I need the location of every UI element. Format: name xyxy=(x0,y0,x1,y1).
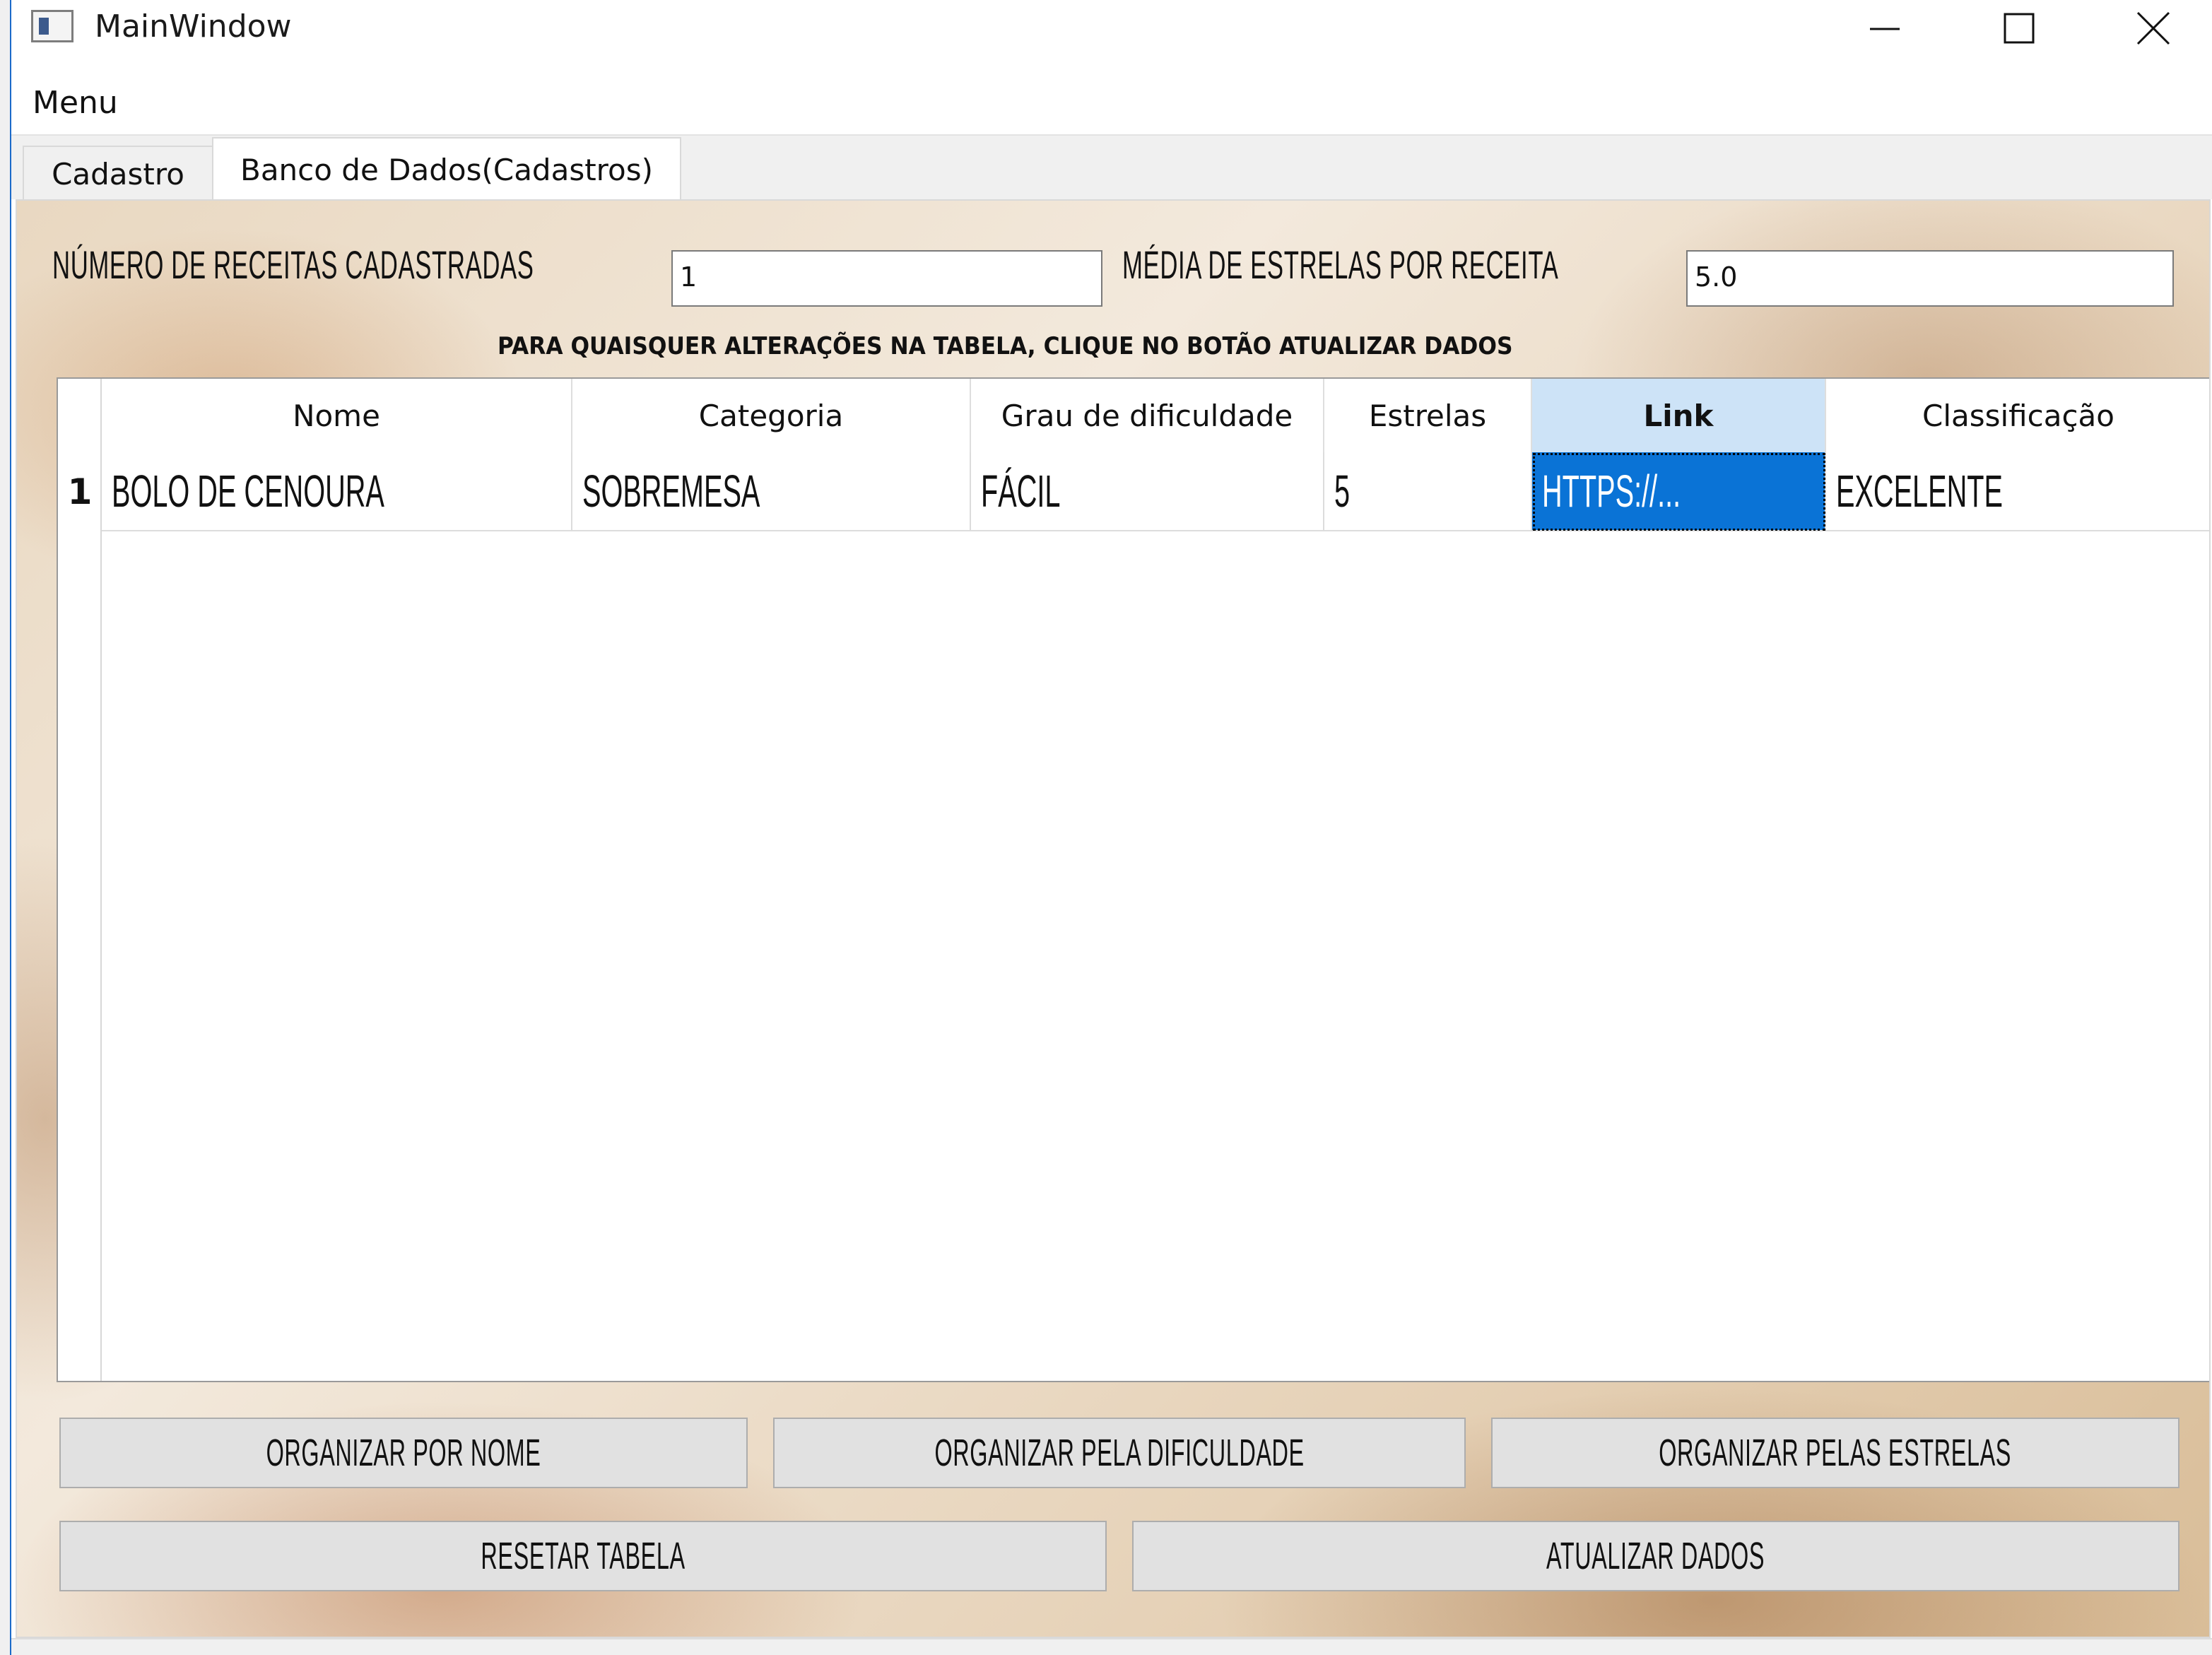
cell-text: FÁCIL xyxy=(981,466,1061,517)
column-header-estrelas[interactable]: Estrelas xyxy=(1324,379,1532,452)
button-label: ORGANIZAR PELAS ESTRELAS xyxy=(1659,1432,2012,1474)
close-button[interactable] xyxy=(2086,0,2212,57)
recipe-count-label: NÚMERO DE RECEITAS CADASTRADAS xyxy=(52,242,534,287)
cell-text: BOLO DE CENOURA xyxy=(112,466,384,517)
button-label: ATUALIZAR DADOS xyxy=(1546,1535,1765,1577)
recipe-count-field[interactable]: 1 xyxy=(671,250,1102,307)
row-number[interactable]: 1 xyxy=(58,452,102,531)
column-header-link[interactable]: Link xyxy=(1532,379,1826,452)
sort-by-stars-button[interactable]: ORGANIZAR PELAS ESTRELAS xyxy=(1491,1418,2179,1488)
tab-banco-de-dados[interactable]: Banco de Dados(Cadastros) xyxy=(212,137,681,201)
cell-text: HTTPS://... xyxy=(1542,466,1681,517)
button-label: RESETAR TABELA xyxy=(481,1535,686,1577)
table-cell-dificuldade[interactable]: FÁCIL xyxy=(971,452,1324,531)
column-header-categoria[interactable]: Categoria xyxy=(572,379,971,452)
window-title: MainWindow xyxy=(95,8,292,45)
tab-bar: Cadastro Banco de Dados(Cadastros) xyxy=(11,134,2212,201)
column-header-classificacao[interactable]: Classificação xyxy=(1826,379,2209,452)
maximize-button[interactable] xyxy=(1952,0,2086,57)
sort-by-name-button[interactable]: ORGANIZAR POR NOME xyxy=(59,1418,748,1488)
cell-text: 5 xyxy=(1334,466,1351,517)
minimize-button[interactable] xyxy=(1818,0,1952,57)
recipes-table[interactable]: Nome Categoria Grau de dificuldade Estre… xyxy=(57,377,2209,1382)
update-data-button[interactable]: ATUALIZAR DADOS xyxy=(1132,1521,2179,1591)
button-label: ORGANIZAR PELA DIFICULDADE xyxy=(934,1432,1305,1474)
button-label: ORGANIZAR POR NOME xyxy=(266,1432,541,1474)
average-stars-label: MÉDIA DE ESTRELAS POR RECEITA xyxy=(1122,242,1559,287)
update-notice: PARA QUAISQUER ALTERAÇÕES NA TABELA, CLI… xyxy=(498,332,1513,360)
tab-cadastro[interactable]: Cadastro xyxy=(23,146,213,201)
column-header-nome[interactable]: Nome xyxy=(102,379,572,452)
reset-table-button[interactable]: RESETAR TABELA xyxy=(59,1521,1107,1591)
table-cell-categoria[interactable]: SOBREMESA xyxy=(572,452,971,531)
cell-text: EXCELENTE xyxy=(1836,466,2003,517)
title-bar[interactable]: MainWindow xyxy=(11,0,2212,57)
table-cell-link[interactable]: HTTPS://... xyxy=(1532,452,1826,531)
table-cell-classificacao[interactable]: EXCELENTE xyxy=(1826,452,2209,531)
column-header-grau-de-dificuldade[interactable]: Grau de dificuldade xyxy=(971,379,1324,452)
menu-item-menu[interactable]: Menu xyxy=(33,85,118,121)
sort-by-difficulty-button[interactable]: ORGANIZAR PELA DIFICULDADE xyxy=(773,1418,1466,1488)
table-cell-nome[interactable]: BOLO DE CENOURA xyxy=(102,452,572,531)
average-stars-field[interactable]: 5.0 xyxy=(1686,250,2174,307)
table-cell-estrelas[interactable]: 5 xyxy=(1324,452,1532,531)
close-icon xyxy=(2136,11,2170,45)
cell-text: SOBREMESA xyxy=(582,466,760,517)
maximize-icon xyxy=(2004,13,2035,44)
main-window: MainWindow Menu Cadastro Banco de Dados(… xyxy=(10,0,2212,1655)
status-bar xyxy=(11,1638,2212,1655)
database-panel: NÚMERO DE RECEITAS CADASTRADAS 1 MÉDIA D… xyxy=(16,199,2211,1638)
menu-bar: Menu xyxy=(11,82,2212,124)
minimize-icon xyxy=(1870,28,1900,30)
app-window-icon xyxy=(31,10,73,42)
